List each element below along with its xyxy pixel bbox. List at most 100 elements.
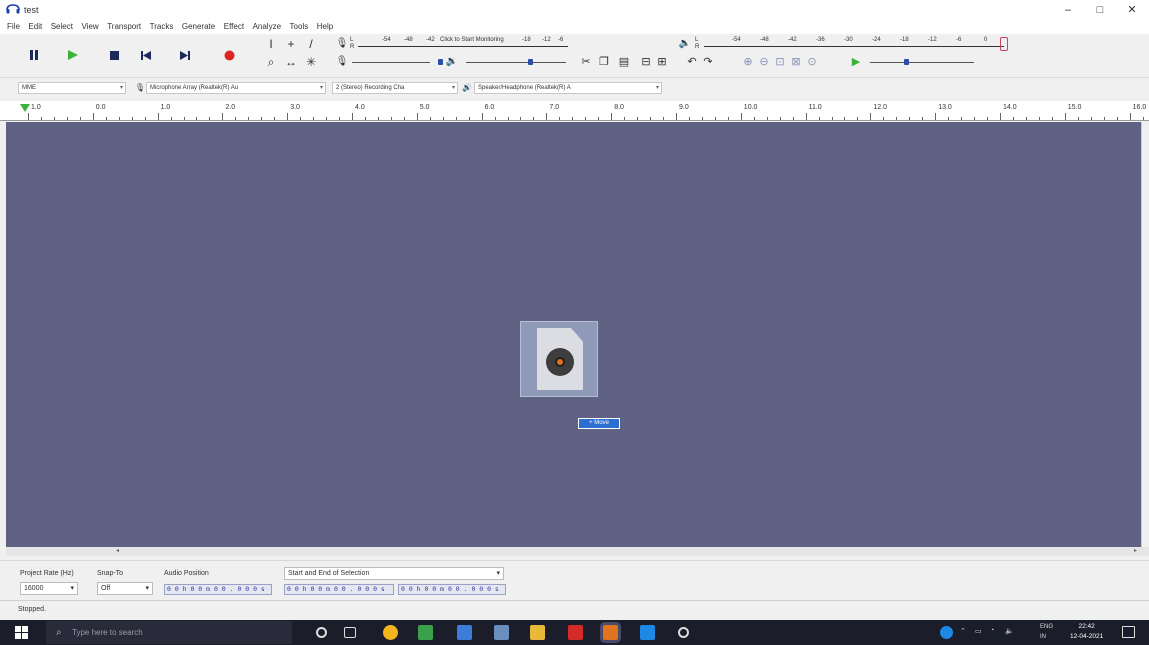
ruler-tick <box>688 117 690 120</box>
redo-icon[interactable]: ↷ <box>702 56 714 68</box>
ruler-label: 10.0 <box>743 104 758 111</box>
cortana-icon[interactable] <box>316 627 327 638</box>
audio-host-select[interactable]: MME ▾ <box>18 82 126 94</box>
recording-device-select[interactable]: Microphone Array (Realtek(R) Au ▾ <box>146 82 326 94</box>
menu-analyze[interactable]: Analyze <box>250 20 284 33</box>
menu-select[interactable]: Select <box>48 20 76 33</box>
selection-mode-select[interactable]: Start and End of Selection ▾ <box>284 567 504 580</box>
ruler-tick <box>92 113 94 120</box>
ruler-label: 4.0 <box>355 104 365 111</box>
scroll-right-icon[interactable]: ▸ <box>1134 547 1137 556</box>
taskbar-search-box[interactable]: ⌕ Type here to search <box>46 621 292 644</box>
timeshift-tool-icon[interactable]: ↔ <box>284 55 298 69</box>
menu-help[interactable]: Help <box>314 20 336 33</box>
ruler-tick <box>403 117 405 120</box>
tray-app-icon[interactable] <box>940 626 953 639</box>
ruler-tick <box>974 117 976 120</box>
ruler-label: 3.0 <box>290 104 300 111</box>
recording-volume-slider[interactable] <box>352 57 443 67</box>
skip-to-end-button[interactable] <box>172 42 198 68</box>
paste-icon[interactable]: ▤ <box>618 56 630 68</box>
settings-gear-icon[interactable] <box>678 627 689 638</box>
acrobat-icon[interactable] <box>568 625 583 640</box>
menu-generate[interactable]: Generate <box>179 20 218 33</box>
trim-audio-icon[interactable]: ⊟ <box>640 56 652 68</box>
ruler-label: 1.0 <box>31 104 41 111</box>
menu-view[interactable]: View <box>78 20 101 33</box>
recording-channels-select[interactable]: 2 (Stereo) Recording Cha ▾ <box>332 82 458 94</box>
audacity-taskbar-icon[interactable] <box>494 625 509 640</box>
zoom-tool-icon[interactable]: ⌕ <box>264 55 278 69</box>
recording-meter[interactable]: -54 -48 -42 Click to Start Monitoring -1… <box>358 37 568 49</box>
playback-volume-slider[interactable] <box>466 57 566 67</box>
meter-resize-handle[interactable] <box>1000 37 1008 51</box>
ruler-label: 6.0 <box>484 104 495 111</box>
menu-file[interactable]: File <box>4 20 23 33</box>
file-explorer-icon[interactable] <box>530 625 545 640</box>
multi-tool-icon[interactable]: ✳ <box>304 55 318 69</box>
copy-icon[interactable]: ❐ <box>598 56 610 68</box>
pause-button[interactable] <box>21 42 47 68</box>
ruler-tick <box>481 113 483 120</box>
tray-network-icon[interactable]: ◔ <box>990 627 994 634</box>
ruler-tick <box>870 113 872 120</box>
play-button[interactable] <box>60 42 86 68</box>
menu-tracks[interactable]: Tracks <box>147 20 177 33</box>
monitor-prompt[interactable]: Click to Start Monitoring <box>440 37 504 43</box>
vlc-icon[interactable] <box>603 625 618 640</box>
ruler-tick <box>753 117 755 120</box>
tray-language[interactable]: ENG IN <box>1040 622 1053 642</box>
fit-project-icon[interactable]: ⊠ <box>790 56 802 68</box>
snap-to-select[interactable]: Off ▾ <box>97 582 153 595</box>
playback-meter[interactable]: -54 -48 -42 -36 -30 -24 -18 -12 -6 0 <box>704 37 1004 49</box>
close-button[interactable]: ✕ <box>1112 0 1149 20</box>
cut-icon[interactable]: ✂ <box>580 56 592 68</box>
tray-chevron-up-icon[interactable]: ⌃ <box>960 627 966 635</box>
ruler-tick <box>339 117 341 120</box>
menu-effect[interactable]: Effect <box>221 20 247 33</box>
fit-selection-icon[interactable]: ⊡ <box>774 56 786 68</box>
menu-tools[interactable]: Tools <box>287 20 312 33</box>
recording-volume-knob[interactable] <box>438 59 443 65</box>
notification-center-icon[interactable] <box>1122 626 1135 638</box>
chrome-icon[interactable] <box>383 625 398 640</box>
zoom-toggle-icon[interactable]: ⊙ <box>806 56 818 68</box>
vertical-scrollbar[interactable] <box>1141 122 1149 547</box>
windows-start-icon[interactable] <box>15 626 28 639</box>
horizontal-scrollbar[interactable]: ◂ ▸ <box>6 547 1149 556</box>
selection-end-display[interactable]: 0 0 h 0 0 m 0 0 . 0 0 0 s <box>398 584 506 595</box>
selection-tool-icon[interactable]: I <box>264 37 278 51</box>
zoom-out-icon[interactable]: ⊖ <box>758 56 770 68</box>
timeline-ruler[interactable]: 1.0 0.0 1.0 2.0 3.0 4.0 5.0 6.0 7.0 8.0 9.0 10.0 11.… <box>0 101 1149 121</box>
tray-battery-icon[interactable]: ▭ <box>975 627 982 635</box>
skip-to-start-button[interactable] <box>133 42 159 68</box>
record-button[interactable] <box>216 42 242 68</box>
stop-button[interactable] <box>101 42 127 68</box>
project-rate-select[interactable]: 16000 ▾ <box>20 582 78 595</box>
task-view-icon[interactable] <box>344 627 356 638</box>
undo-icon[interactable]: ↶ <box>686 56 698 68</box>
zoom-in-icon[interactable]: ⊕ <box>742 56 754 68</box>
play-at-speed-slider[interactable] <box>870 57 974 67</box>
tray-volume-icon[interactable]: 🔈 <box>1005 627 1014 635</box>
pin-head-icon[interactable] <box>20 104 30 112</box>
play-at-speed-icon[interactable]: ▶ <box>850 56 862 68</box>
ruler-label: 12.0 <box>873 104 888 111</box>
green-app-icon[interactable] <box>418 625 433 640</box>
envelope-tool-icon[interactable]: + <box>284 37 298 51</box>
menu-transport[interactable]: Transport <box>104 20 144 33</box>
play-meter-r: R <box>695 44 700 50</box>
draw-tool-icon[interactable]: / <box>304 37 318 51</box>
store-icon[interactable] <box>640 625 655 640</box>
tray-clock[interactable]: 22:42 12-04-2021 <box>1070 622 1103 642</box>
menu-edit[interactable]: Edit <box>25 20 45 33</box>
notepad-icon[interactable] <box>457 625 472 640</box>
playback-volume-knob[interactable] <box>528 59 533 65</box>
scroll-left-icon[interactable]: ◂ <box>116 547 119 556</box>
playback-device-select[interactable]: Speaker/Headphone (Realtek(R) A ▾ <box>474 82 662 94</box>
audio-position-display[interactable]: 0 0 h 0 0 m 0 0 . 0 0 0 s <box>164 584 272 595</box>
selection-start-display[interactable]: 0 0 h 0 0 m 0 0 . 0 0 0 s <box>284 584 394 595</box>
audio-file-icon <box>537 328 583 390</box>
silence-audio-icon[interactable]: ⊞ <box>656 56 668 68</box>
play-at-speed-knob[interactable] <box>904 59 909 65</box>
